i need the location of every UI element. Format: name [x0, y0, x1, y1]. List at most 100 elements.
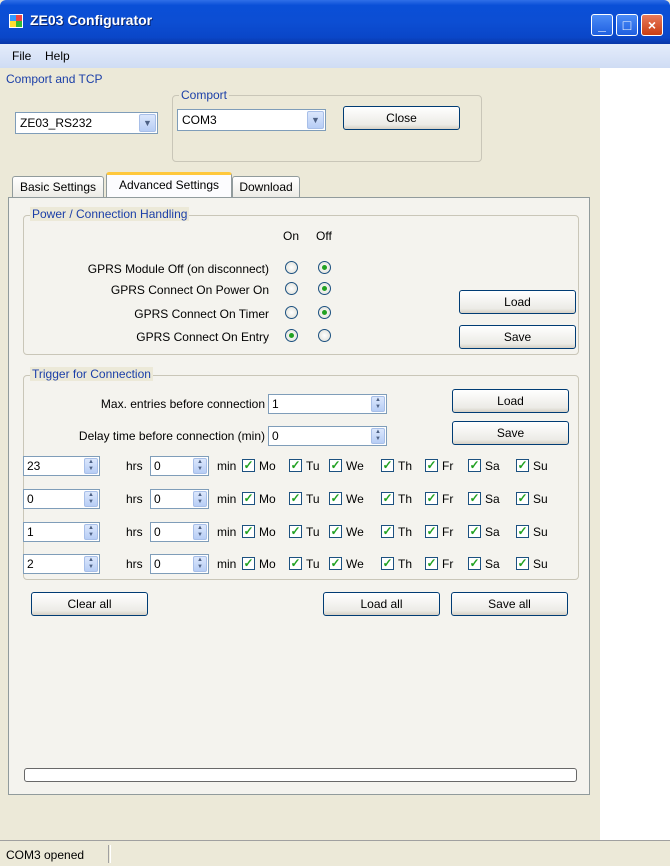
connect-power-off-radio[interactable]	[318, 282, 331, 295]
minutes-spinner[interactable]: 0 ▲ ▼	[150, 522, 209, 542]
day-label: Su	[533, 492, 548, 506]
hours-spinner[interactable]: 1 ▲ ▼	[23, 522, 100, 542]
hours-value: 2	[27, 557, 34, 571]
checkbox-tu[interactable]: ✓	[289, 492, 302, 505]
spinner-arrows-icon[interactable]: ▲ ▼	[193, 491, 207, 507]
day-label: We	[346, 525, 364, 539]
checkbox-su[interactable]: ✓	[516, 492, 529, 505]
connect-timer-off-radio[interactable]	[318, 306, 331, 319]
power-load-button[interactable]: Load	[459, 290, 576, 314]
app-window: ZE03 Configurator _ □ × File Help Compor…	[0, 0, 670, 866]
min-label: min	[217, 459, 237, 473]
checkbox-tu[interactable]: ✓	[289, 557, 302, 570]
checkbox-fr[interactable]: ✓	[425, 459, 438, 472]
trigger-save-button[interactable]: Save	[452, 421, 569, 445]
checkbox-tu[interactable]: ✓	[289, 459, 302, 472]
window-title: ZE03 Configurator	[30, 12, 153, 28]
checkbox-su[interactable]: ✓	[516, 459, 529, 472]
load-all-button[interactable]: Load all	[323, 592, 440, 616]
menu-file[interactable]: File	[12, 49, 31, 63]
minutes-spinner[interactable]: 0 ▲ ▼	[150, 554, 209, 574]
day-label: Tu	[306, 492, 320, 506]
progress-bar	[24, 768, 577, 782]
checkbox-we[interactable]: ✓	[329, 459, 342, 472]
day-label: Mo	[259, 492, 276, 506]
checkbox-sa[interactable]: ✓	[468, 525, 481, 538]
checkbox-mo[interactable]: ✓	[242, 525, 255, 538]
spinner-arrows-icon[interactable]: ▲ ▼	[84, 524, 98, 540]
tab-basic-settings[interactable]: Basic Settings	[12, 176, 104, 198]
comport-select-value: COM3	[182, 113, 217, 127]
checkbox-we[interactable]: ✓	[329, 525, 342, 538]
connect-entry-on-radio[interactable]	[285, 329, 298, 342]
title-bar[interactable]: ZE03 Configurator _ □ ×	[0, 0, 670, 44]
spinner-arrows-icon[interactable]: ▲ ▼	[193, 556, 207, 572]
day-label: Mo	[259, 525, 276, 539]
hours-spinner[interactable]: 23 ▲ ▼	[23, 456, 100, 476]
checkbox-th[interactable]: ✓	[381, 525, 394, 538]
module-off-off-radio[interactable]	[318, 261, 331, 274]
checkbox-fr[interactable]: ✓	[425, 557, 438, 570]
connect-power-on-radio[interactable]	[285, 282, 298, 295]
checkbox-sa[interactable]: ✓	[468, 492, 481, 505]
status-bar: COM3 opened	[0, 840, 670, 866]
close-port-button[interactable]: Close	[343, 106, 460, 130]
checkbox-fr[interactable]: ✓	[425, 492, 438, 505]
checkbox-sa[interactable]: ✓	[468, 459, 481, 472]
clear-all-button[interactable]: Clear all	[31, 592, 148, 616]
minutes-spinner[interactable]: 0 ▲ ▼	[150, 489, 209, 509]
spinner-arrows-icon[interactable]: ▲ ▼	[84, 491, 98, 507]
day-label: We	[346, 557, 364, 571]
minimize-button[interactable]: _	[591, 14, 613, 36]
hours-spinner[interactable]: 2 ▲ ▼	[23, 554, 100, 574]
spinner-arrows-icon[interactable]: ▲ ▼	[84, 556, 98, 572]
power-save-button[interactable]: Save	[459, 325, 576, 349]
tab-advanced-settings[interactable]: Advanced Settings	[106, 172, 232, 197]
checkbox-mo[interactable]: ✓	[242, 459, 255, 472]
checkbox-tu[interactable]: ✓	[289, 525, 302, 538]
spinner-arrows-icon[interactable]: ▲ ▼	[84, 458, 98, 474]
trigger-load-button[interactable]: Load	[452, 389, 569, 413]
connect-timer-on-radio[interactable]	[285, 306, 298, 319]
close-window-button[interactable]: ×	[641, 14, 663, 36]
checkbox-we[interactable]: ✓	[329, 492, 342, 505]
checkbox-th[interactable]: ✓	[381, 459, 394, 472]
module-off-on-radio[interactable]	[285, 261, 298, 274]
maximize-button[interactable]: □	[616, 14, 638, 36]
checkbox-sa[interactable]: ✓	[468, 557, 481, 570]
max-entries-input[interactable]: 1 ▲ ▼	[268, 394, 387, 414]
day-label: Th	[398, 459, 413, 473]
status-text: COM3 opened	[6, 848, 85, 862]
checkbox-th[interactable]: ✓	[381, 492, 394, 505]
delay-input[interactable]: 0 ▲ ▼	[268, 426, 387, 446]
day-label: Fr	[442, 557, 454, 571]
menu-help[interactable]: Help	[45, 49, 70, 63]
hours-value: 23	[27, 459, 41, 473]
status-separator	[108, 845, 111, 863]
comport-select[interactable]: COM3 ▼	[177, 109, 326, 131]
spinner-arrows-icon[interactable]: ▲ ▼	[371, 428, 385, 444]
hrs-label: hrs	[126, 525, 143, 539]
chevron-down-icon[interactable]: ▼	[307, 111, 324, 129]
connect-entry-off-radio[interactable]	[318, 329, 331, 342]
spinner-arrows-icon[interactable]: ▲ ▼	[193, 458, 207, 474]
checkbox-fr[interactable]: ✓	[425, 525, 438, 538]
minutes-spinner[interactable]: 0 ▲ ▼	[150, 456, 209, 476]
min-label: min	[217, 525, 237, 539]
checkbox-su[interactable]: ✓	[516, 557, 529, 570]
device-select[interactable]: ZE03_RS232 ▼	[15, 112, 158, 134]
checkbox-mo[interactable]: ✓	[242, 492, 255, 505]
checkbox-th[interactable]: ✓	[381, 557, 394, 570]
checkbox-mo[interactable]: ✓	[242, 557, 255, 570]
checkbox-we[interactable]: ✓	[329, 557, 342, 570]
day-label: Th	[398, 557, 413, 571]
save-all-button[interactable]: Save all	[451, 592, 568, 616]
hours-spinner[interactable]: 0 ▲ ▼	[23, 489, 100, 509]
background-area	[600, 68, 670, 840]
spinner-arrows-icon[interactable]: ▲ ▼	[371, 396, 385, 412]
spinner-arrows-icon[interactable]: ▲ ▼	[193, 524, 207, 540]
tab-download[interactable]: Download	[232, 176, 300, 198]
chevron-down-icon[interactable]: ▼	[139, 114, 156, 132]
hrs-label: hrs	[126, 492, 143, 506]
checkbox-su[interactable]: ✓	[516, 525, 529, 538]
